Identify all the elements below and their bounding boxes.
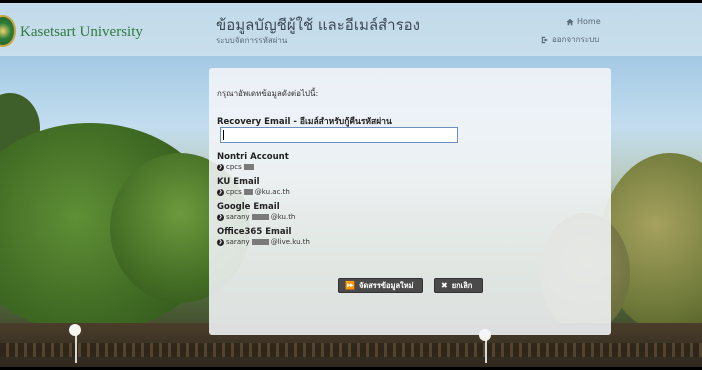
- home-link[interactable]: Home: [566, 17, 601, 26]
- nontri-account-value: ❯ cpcs: [217, 163, 289, 171]
- page-subtitle: ระบบจัดการรหัสผ่าน: [216, 36, 288, 45]
- form-instruction: กรุณาอัพเดทข้อมูลดังต่อไปนี้:: [217, 89, 319, 98]
- university-logo: [0, 15, 16, 47]
- office365-email-title: Office365 Email: [217, 227, 292, 237]
- google-email-suffix: @ku.th: [270, 213, 296, 221]
- recovery-email-input[interactable]: [220, 127, 458, 143]
- fast-forward-icon: ⏩: [345, 281, 355, 290]
- background-fence: [0, 343, 702, 357]
- reallocate-data-label: จัดสรรข้อมูลใหม่: [358, 280, 414, 290]
- reallocate-data-button[interactable]: ⏩ จัดสรรข้อมูลใหม่: [338, 278, 423, 293]
- account-form-panel: กรุณาอัพเดทข้อมูลดังต่อไปนี้: Recovery E…: [209, 68, 611, 335]
- logout-link-label: ออกจากระบบ: [552, 35, 600, 44]
- page-background: Kasetsart University ข้อมูลบัญชีผู้ใช้ แ…: [0, 3, 702, 367]
- chevron-circle-right-icon: ❯: [217, 238, 224, 246]
- office365-email-info: Office365 Email ❯ sarany @live.ku.th: [217, 227, 310, 246]
- google-email-prefix: sarany: [226, 213, 250, 221]
- logout-icon: [541, 36, 548, 43]
- chevron-circle-right-icon: ❯: [217, 163, 224, 171]
- nontri-account-title: Nontri Account: [217, 152, 289, 162]
- cancel-button[interactable]: ✖ ยกเลิก: [434, 278, 483, 293]
- ku-email-suffix: @ku.ac.th: [254, 188, 290, 196]
- redacted-mask: [251, 239, 269, 245]
- google-email-info: Google Email ❯ sarany @ku.th: [217, 202, 295, 221]
- recovery-email-label: Recovery Email - อีเมล์สำหรับกู้คืนรหัสผ…: [217, 117, 392, 127]
- office365-email-suffix: @live.ku.th: [270, 238, 310, 246]
- ku-email-title: KU Email: [217, 177, 260, 187]
- close-icon: ✖: [441, 281, 448, 290]
- logout-link[interactable]: ออกจากระบบ: [541, 33, 599, 46]
- lamp: [69, 324, 81, 336]
- lamp-post: [75, 333, 77, 363]
- cancel-label: ยกเลิก: [451, 280, 473, 290]
- office365-email-prefix: sarany: [226, 238, 250, 246]
- home-icon: [566, 18, 574, 25]
- chevron-circle-right-icon: ❯: [217, 188, 224, 196]
- nontri-account-prefix: cpcs: [226, 163, 242, 171]
- ku-email-value: ❯ cpcs @ku.ac.th: [217, 188, 290, 196]
- ku-email-prefix: cpcs: [226, 188, 242, 196]
- site-header: Kasetsart University ข้อมูลบัญชีผู้ใช้ แ…: [0, 3, 702, 56]
- text-caret: [223, 130, 224, 140]
- redacted-mask: [251, 214, 269, 220]
- home-link-label: Home: [577, 17, 601, 26]
- lamp-post: [485, 338, 487, 363]
- google-email-value: ❯ sarany @ku.th: [217, 213, 295, 221]
- redacted-mask: [243, 189, 253, 195]
- ku-email-info: KU Email ❯ cpcs @ku.ac.th: [217, 177, 290, 196]
- brand-name[interactable]: Kasetsart University: [20, 24, 143, 41]
- redacted-mask: [243, 164, 254, 170]
- google-email-title: Google Email: [217, 202, 280, 212]
- office365-email-value: ❯ sarany @live.ku.th: [217, 238, 310, 246]
- chevron-circle-right-icon: ❯: [217, 213, 224, 221]
- nontri-account-info: Nontri Account ❯ cpcs: [217, 152, 289, 171]
